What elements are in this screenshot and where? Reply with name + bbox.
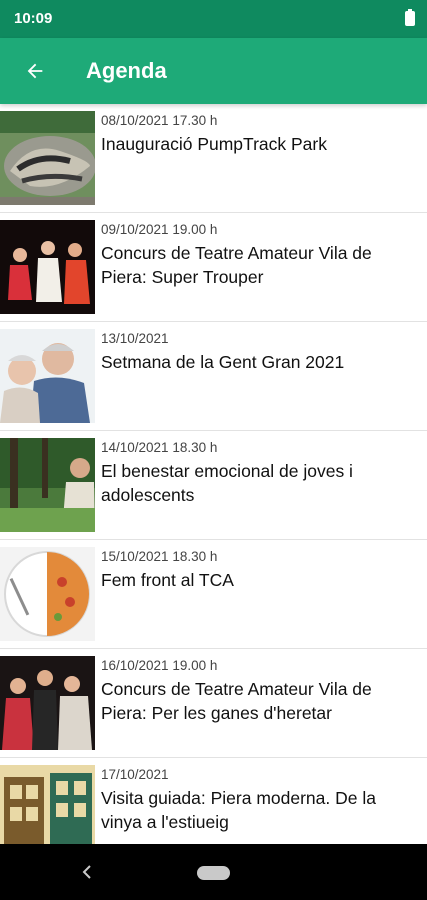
status-time: 10:09 (14, 10, 53, 27)
event-title: Fem front al TCA (101, 570, 234, 590)
arrow-back-icon (27, 63, 43, 79)
event-title: Setmana de la Gent Gran 2021 (101, 352, 345, 372)
event-date: 08/10/2021 17.30 h (101, 113, 218, 128)
event-title: Concurs de Teatre Amateur Vila de Piera:… (101, 679, 372, 723)
event-date: 09/10/2021 19.00 h (101, 222, 218, 237)
nav-back-icon (82, 865, 91, 879)
nav-back-button[interactable] (78, 862, 98, 882)
status-bar: 10:09 (0, 0, 427, 38)
navigation-bar (0, 844, 427, 900)
event-date: 16/10/2021 19.00 h (101, 658, 218, 673)
event-date: 15/10/2021 18.30 h (101, 549, 218, 564)
event-title: Inauguració PumpTrack Park (101, 134, 327, 154)
theatre-actors-photo (0, 656, 95, 750)
event-item[interactable]: 14/10/2021 18.30 h El benestar emocional… (0, 431, 427, 540)
pumptrack-park-photo (0, 111, 95, 205)
event-item[interactable]: 09/10/2021 19.00 h Concurs de Teatre Ama… (0, 213, 427, 322)
event-date: 17/10/2021 (101, 767, 169, 782)
elderly-couple-photo (0, 329, 95, 423)
modernist-facade-illustration (0, 765, 95, 844)
event-item[interactable]: 15/10/2021 18.30 h Fem front al TCA (0, 540, 427, 649)
nav-home-button[interactable] (197, 866, 230, 880)
event-item[interactable]: 08/10/2021 17.30 h Inauguració PumpTrack… (0, 104, 427, 213)
event-title: El benestar emocional de joves i adolesc… (101, 461, 353, 505)
event-title: Visita guiada: Piera moderna. De la viny… (101, 788, 376, 832)
youth-outdoors-photo (0, 438, 95, 532)
event-list[interactable]: 08/10/2021 17.30 h Inauguració PumpTrack… (0, 104, 427, 844)
theatre-dancers-photo (0, 220, 95, 314)
plate-pizza-photo (0, 547, 95, 641)
event-title: Concurs de Teatre Amateur Vila de Piera:… (101, 243, 372, 287)
event-item[interactable]: 16/10/2021 19.00 h Concurs de Teatre Ama… (0, 649, 427, 758)
event-date: 13/10/2021 (101, 331, 169, 346)
app-bar: Agenda (0, 38, 427, 104)
event-item[interactable]: 17/10/2021 Visita guiada: Piera moderna.… (0, 758, 427, 844)
back-button[interactable] (16, 52, 54, 90)
event-item[interactable]: 13/10/2021 Setmana de la Gent Gran 2021 (0, 322, 427, 431)
battery-icon (405, 9, 415, 26)
event-date: 14/10/2021 18.30 h (101, 440, 218, 455)
page-title: Agenda (86, 58, 167, 83)
